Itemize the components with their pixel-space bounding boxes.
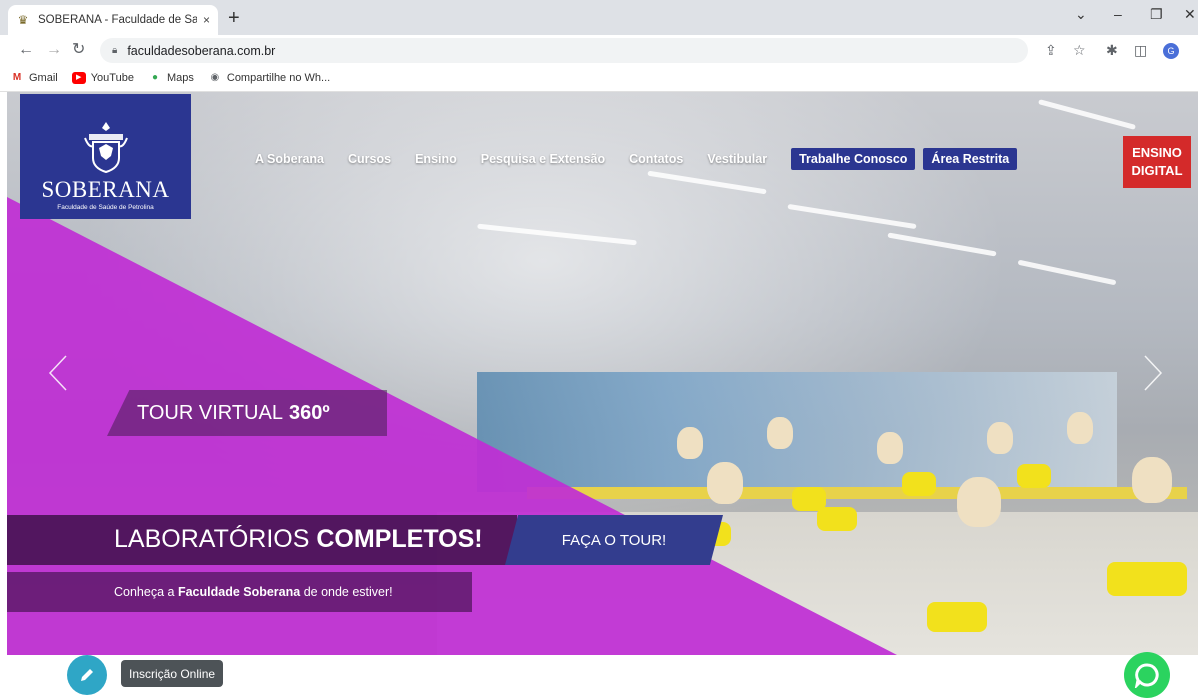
logo-name: SOBERANA [41,177,170,202]
lock-icon[interactable]: 🔒︎ [112,45,117,56]
ceiling-light [1017,259,1117,286]
yellow-chair [902,472,936,496]
subtitle-prefix: Conheça a [114,585,175,599]
yellow-chair [1107,562,1187,596]
nav-vestibular[interactable]: Vestibular [707,152,767,166]
mannequin-head [767,417,793,449]
tab-search-icon[interactable]: ⌄ [1075,6,1087,23]
share-icon[interactable]: ⇪ [1045,42,1057,58]
mannequin-head [987,422,1013,454]
subtitle-bold: Faculdade Soberana [177,585,301,599]
inscricao-online-label[interactable]: Inscrição Online [121,660,224,687]
nav-contatos[interactable]: Contatos [629,152,683,166]
maps-pin-icon: ● [151,72,158,83]
nav-pesquisa-extensao[interactable]: Pesquisa e Extensão [481,152,605,166]
mannequin-head [677,427,703,459]
chat-bubble-icon [1134,663,1159,688]
close-tab-icon[interactable]: × [203,13,210,27]
pencil-icon [81,669,93,681]
profile-avatar[interactable]: G [1163,43,1179,59]
coat-of-arms-icon [83,122,128,174]
gmail-icon: M [12,72,22,83]
nav-cursos[interactable]: Cursos [348,152,391,166]
bookmark-maps[interactable]: ● Maps [148,72,194,84]
bookmark-whatsapp-share[interactable]: ◉ Compartilhe no Wh... [208,72,331,84]
back-arrow-icon[interactable]: ← [18,41,34,59]
ceiling-light [887,232,997,257]
slider-prev-arrow-icon[interactable] [48,354,68,392]
hero-title: LABORATÓRIOS COMPLETOS! [114,525,483,554]
bookmarks-bar: M Gmail ▶ YouTube ● Maps ◉ Compartilhe n… [0,65,1198,92]
bookmark-label: Gmail [29,72,58,84]
ensino-digital-badge[interactable]: ENSINO DIGITAL [1123,136,1191,188]
faca-o-tour-button[interactable]: FAÇA O TOUR! [505,515,723,565]
bookmark-label: YouTube [90,72,134,84]
logo-subtitle: Faculdade de Saúde de Petrolina [57,204,154,211]
globe-icon: ◉ [210,72,220,83]
yellow-chair [817,507,857,531]
subtitle-suffix: de onde estiver! [303,585,393,599]
restore-icon[interactable]: ❐ [1150,6,1163,23]
chat-button[interactable] [1124,652,1170,698]
tour-label-bold: 360º [288,401,330,424]
ceiling-light [477,223,637,246]
yellow-chair [1017,464,1051,488]
yellow-counter [527,487,1187,499]
mannequin-head [1132,457,1172,503]
tour-label-light: TOUR VIRTUAL [137,401,283,424]
address-bar[interactable]: 🔒︎ faculdadesoberana.com.br [100,38,1028,63]
youtube-icon: ▶ [71,72,86,84]
bookmark-label: Maps [166,72,194,84]
hero-slider: SOBERANA Faculdade de Saúde de Petrolina… [7,92,1198,655]
bookmark-star-icon[interactable]: ☆ [1073,42,1086,58]
forward-arrow-icon[interactable]: → [46,41,62,59]
badge-line-1: ENSINO [1132,145,1182,160]
slider-next-arrow-icon[interactable] [1143,354,1163,392]
hero-title-light: LABORATÓRIOS [114,525,310,553]
nav-ensino[interactable]: Ensino [415,152,457,166]
ceiling-light [1038,99,1136,130]
hero-subtitle: Conheça a Faculdade Soberana de onde est… [114,585,393,599]
browser-toolbar: ← → ↻ 🔒︎ faculdadesoberana.com.br ⇪ ☆ ✱ … [0,35,1198,65]
hero-title-bold: COMPLETOS! [316,525,483,553]
browser-tab-strip: ♛ SOBERANA - Faculdade de Saúd × + ⌄ – ❐… [0,0,1198,35]
yellow-chair [927,602,987,632]
mannequin-head [877,432,903,464]
close-window-icon[interactable]: ✕ [1184,6,1196,23]
mannequin-head [1067,412,1093,444]
site-favicon-icon: ♛ [17,13,29,27]
side-panel-icon[interactable]: ◫ [1134,42,1147,58]
soberana-logo[interactable]: SOBERANA Faculdade de Saúde de Petrolina [20,94,191,219]
ceiling-light [787,203,917,230]
nav-a-soberana[interactable]: A Soberana [255,152,324,166]
nav-area-restrita-button[interactable]: Área Restrita [923,148,1018,170]
bookmark-youtube[interactable]: ▶ YouTube [71,72,134,84]
mannequin-head [957,477,1001,527]
tab-title: SOBERANA - Faculdade de Saúd [38,14,197,26]
inscricao-pen-button[interactable] [67,655,107,695]
bookmark-gmail[interactable]: M Gmail [10,72,58,84]
extensions-puzzle-icon[interactable]: ✱ [1106,42,1118,58]
ceiling-light [647,170,767,195]
url-text[interactable]: faculdadesoberana.com.br [127,44,275,58]
new-tab-button[interactable]: + [228,8,240,28]
badge-line-2: DIGITAL [1131,163,1183,178]
bookmark-label: Compartilhe no Wh... [226,72,331,84]
main-navigation: A Soberana Cursos Ensino Pesquisa e Exte… [255,148,1025,170]
minimize-icon[interactable]: – [1114,6,1122,22]
reload-icon[interactable]: ↻ [72,41,85,59]
browser-tab[interactable]: ♛ SOBERANA - Faculdade de Saúd × [8,5,218,35]
mannequin-head [707,462,743,504]
nav-trabalhe-conosco-button[interactable]: Trabalhe Conosco [791,148,916,170]
tour-virtual-label: TOUR VIRTUAL 360º [107,390,387,436]
